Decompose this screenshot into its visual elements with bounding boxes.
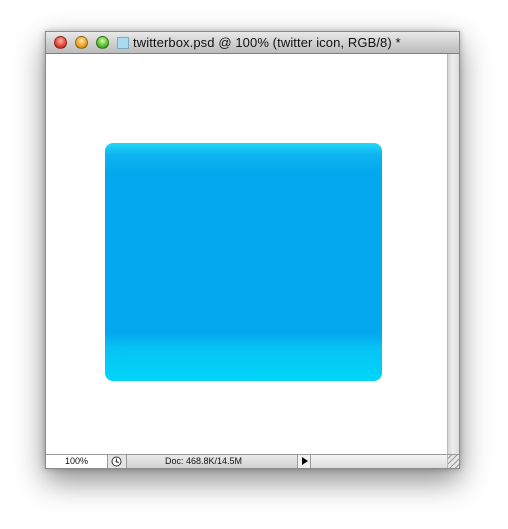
canvas-area[interactable] [46,54,447,454]
play-arrow-icon[interactable] [298,455,311,468]
title-bar[interactable]: twitterbox.psd @ 100% (twitter icon, RGB… [46,32,459,54]
zoom-level-field[interactable]: 100% [46,455,108,468]
document-info: Doc: 468.8K/14.5M [126,455,298,468]
close-icon[interactable] [54,36,67,49]
document-icon[interactable] [117,37,129,49]
resize-grip-icon[interactable] [447,454,459,468]
status-bar: 100% Doc: 468.8K/14.5M [46,454,447,468]
window-title: twitterbox.psd @ 100% (twitter icon, RGB… [133,35,401,50]
zoom-icon[interactable] [96,36,109,49]
vertical-scrollbar[interactable] [447,54,459,454]
document-window: twitterbox.psd @ 100% (twitter icon, RGB… [45,31,460,469]
minimize-icon[interactable] [75,36,88,49]
status-indicator-icon[interactable] [111,456,122,467]
horizontal-scrollbar[interactable] [311,455,447,468]
twitter-box-shape[interactable] [105,143,382,381]
